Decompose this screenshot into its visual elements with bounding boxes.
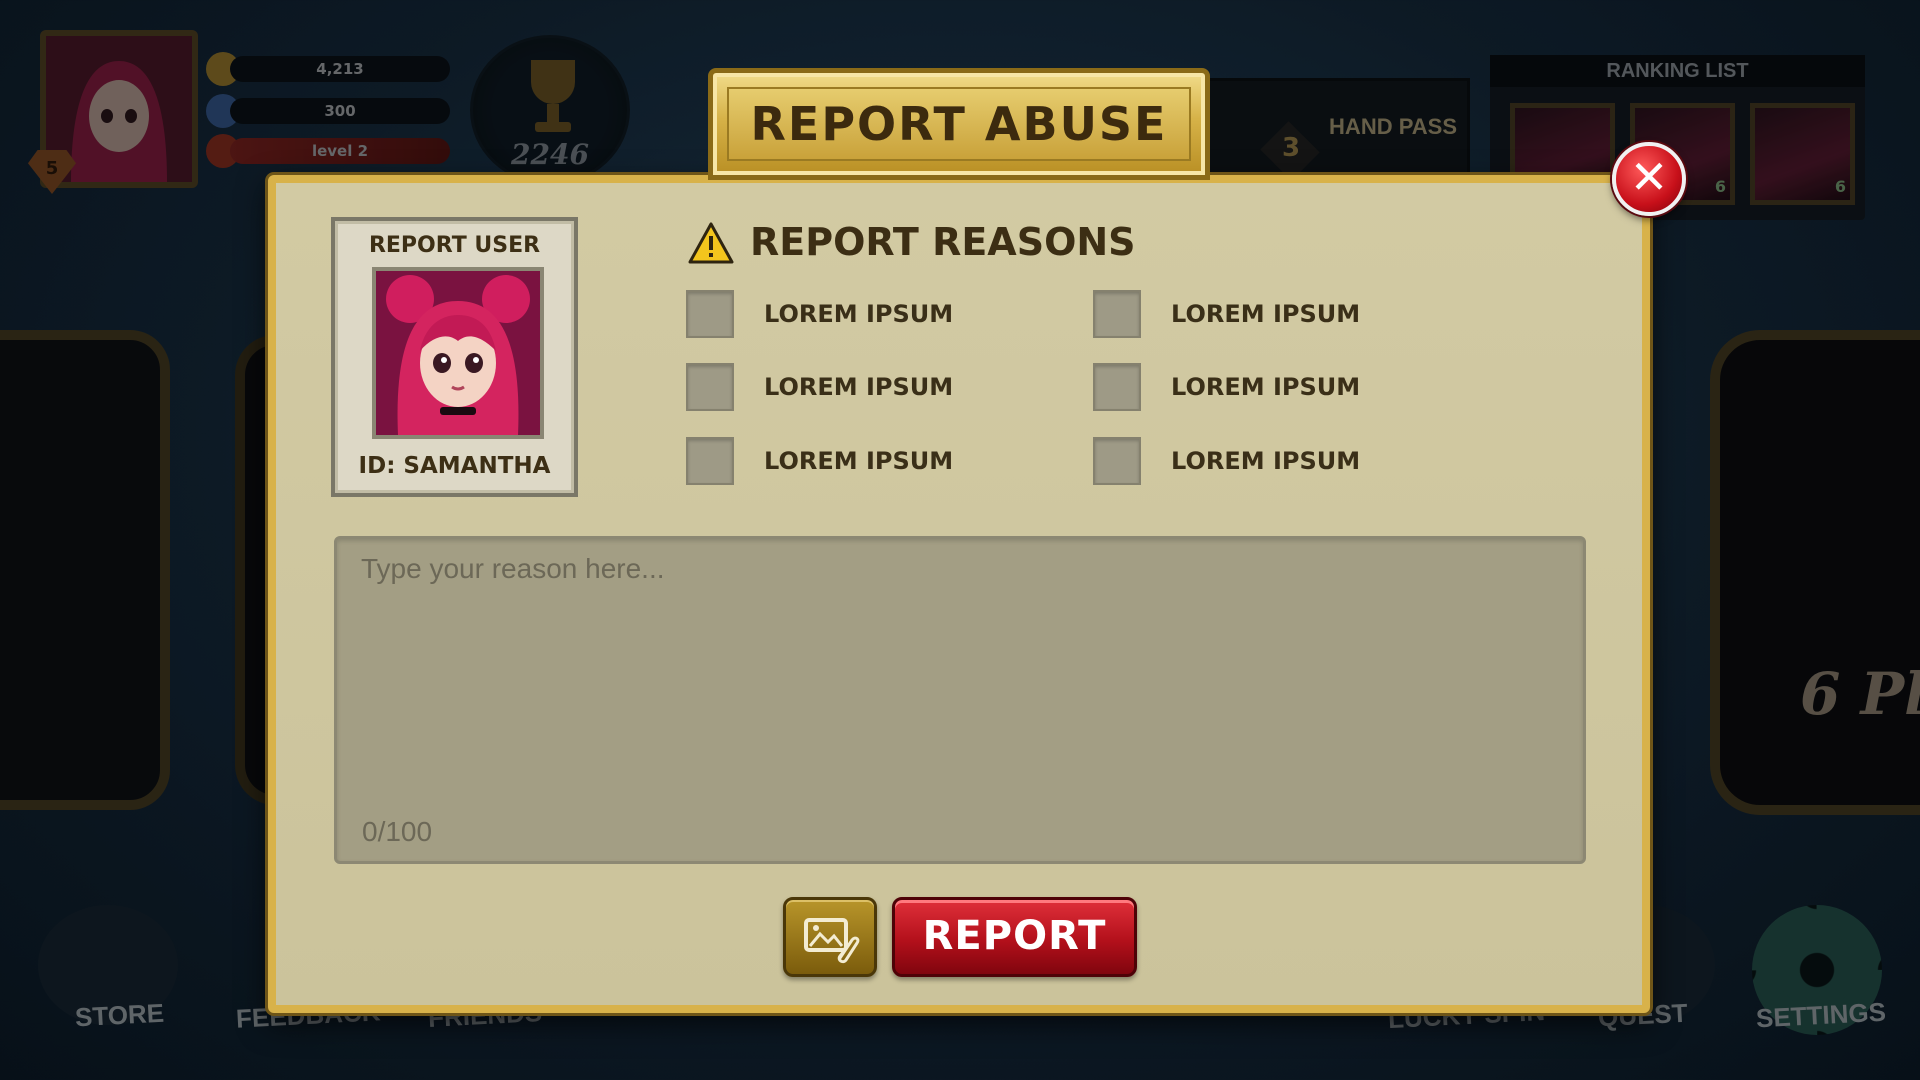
attach-image-icon [804, 918, 860, 964]
reason-checkbox[interactable] [1093, 437, 1141, 485]
character-counter: 0/100 [362, 816, 433, 847]
report-reasons-title: REPORT REASONS [750, 220, 1136, 264]
reason-option[interactable]: LOREM IPSUM [1093, 290, 1360, 338]
reason-option[interactable]: LOREM IPSUM [686, 437, 953, 485]
reason-label: LOREM IPSUM [764, 300, 954, 328]
reason-checkbox[interactable] [1093, 363, 1141, 411]
reason-option[interactable]: LOREM IPSUM [1093, 363, 1360, 411]
attach-image-button[interactable] [783, 897, 877, 977]
reason-text-input[interactable] [334, 536, 1586, 864]
reason-option[interactable]: LOREM IPSUM [686, 363, 953, 411]
reason-checkbox[interactable] [686, 363, 734, 411]
reason-label: LOREM IPSUM [764, 373, 954, 401]
dialog-title: REPORT ABUSE [750, 97, 1168, 151]
dialog-title-plate: REPORT ABUSE [708, 68, 1210, 180]
reason-label: LOREM IPSUM [764, 447, 954, 475]
reported-user-id: ID: SAMANTHA [358, 453, 551, 479]
reason-checkbox[interactable] [686, 290, 734, 338]
close-button[interactable]: ✕ [1612, 142, 1686, 216]
reason-checkbox[interactable] [1093, 290, 1141, 338]
report-user-title: REPORT USER [368, 233, 541, 258]
reason-label: LOREM IPSUM [1171, 447, 1361, 475]
reason-option[interactable]: LOREM IPSUM [1093, 437, 1360, 485]
reason-label: LOREM IPSUM [1171, 300, 1361, 328]
reason-checkbox[interactable] [686, 437, 734, 485]
reason-option[interactable]: LOREM IPSUM [686, 290, 953, 338]
report-button[interactable]: REPORT [892, 897, 1137, 977]
reported-user-avatar [372, 267, 544, 439]
reason-label: LOREM IPSUM [1171, 373, 1361, 401]
report-user-card: REPORT USER ID: SAMANTHA [331, 217, 578, 497]
warning-icon [688, 222, 734, 264]
